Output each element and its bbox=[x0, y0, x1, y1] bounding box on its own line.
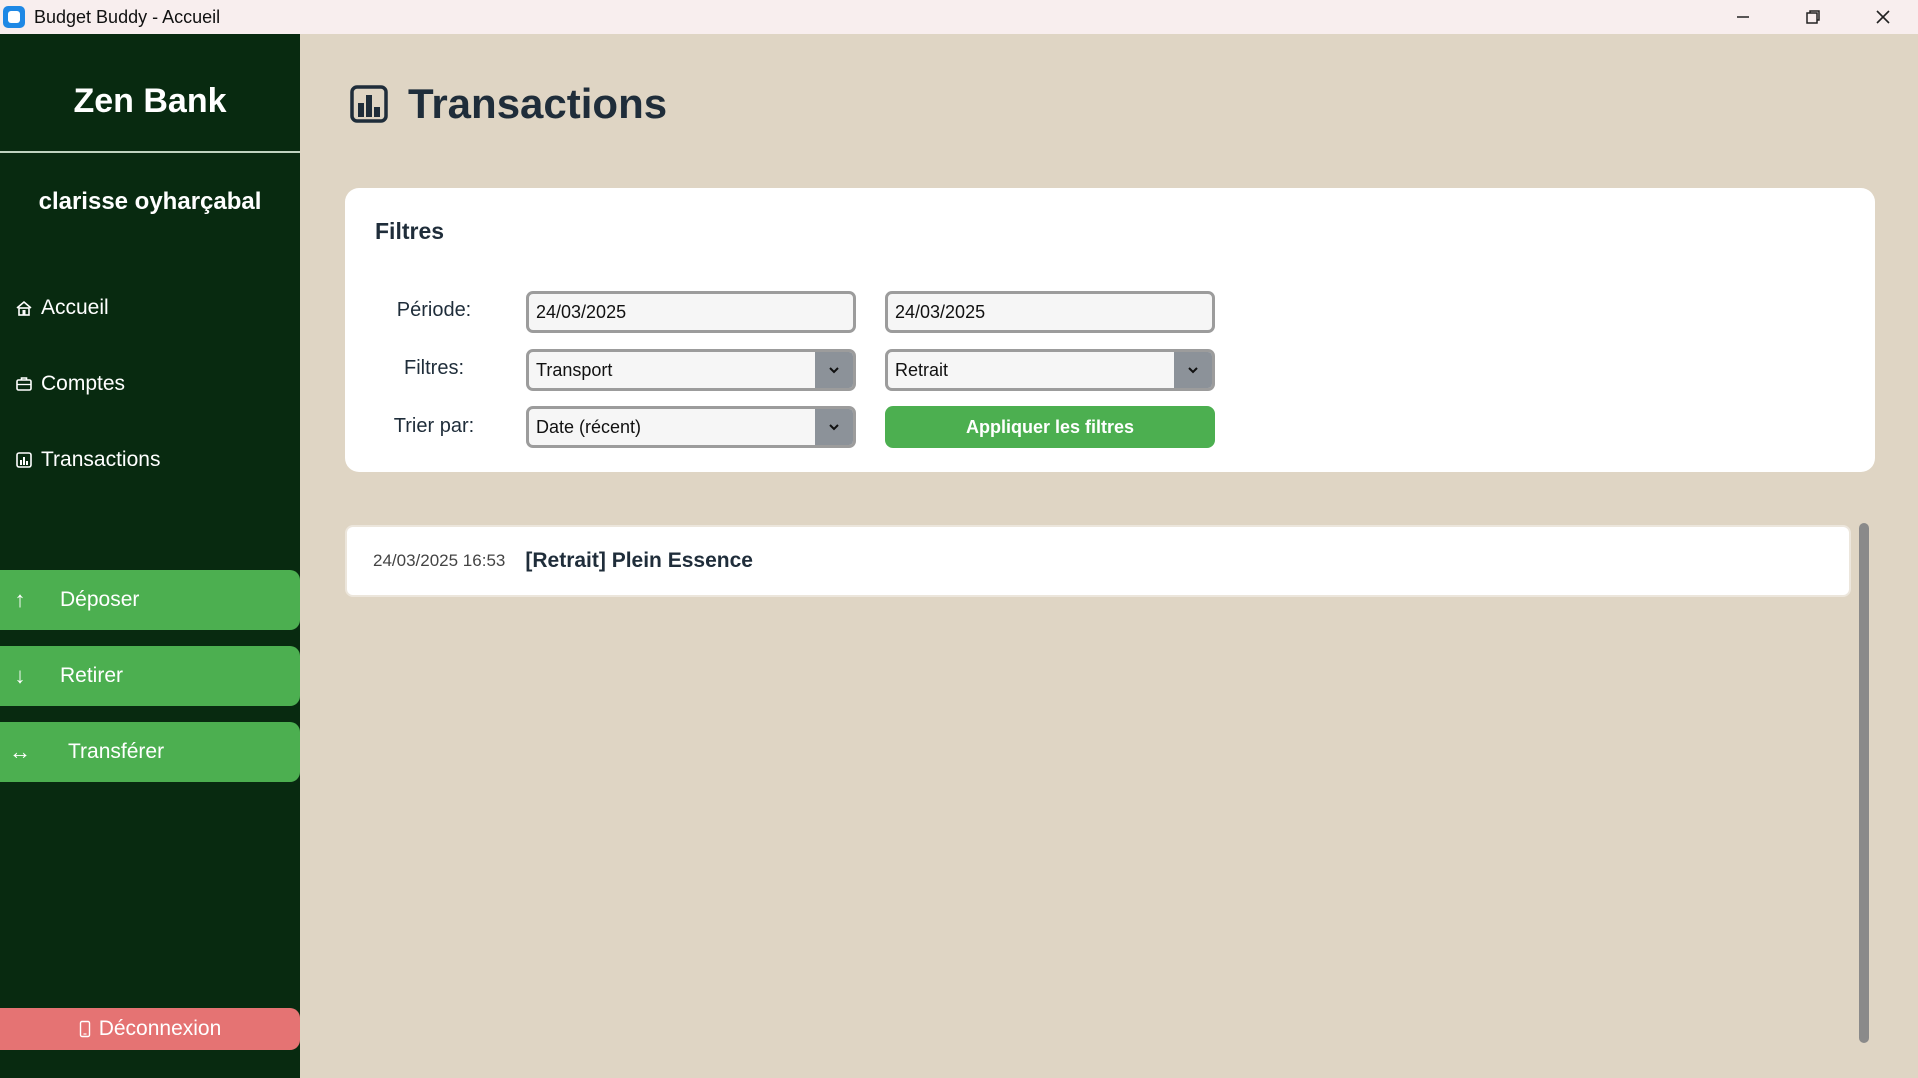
restore-icon bbox=[1806, 10, 1820, 24]
sidebar-item-accueil[interactable]: Accueil bbox=[14, 290, 109, 326]
username: clarisse oyharçabal bbox=[38, 188, 262, 215]
filters-label: Filtres: bbox=[404, 357, 464, 379]
transfer-button[interactable]: ↔ Transférer bbox=[0, 722, 300, 782]
chevron-down-icon bbox=[815, 352, 853, 388]
sidebar-divider bbox=[0, 151, 300, 153]
transactions-list: 24/03/2025 16:53 [Retrait] Plein Essence bbox=[345, 525, 1851, 1045]
scrollbar[interactable] bbox=[1859, 523, 1869, 1043]
sidebar-item-label: Comptes bbox=[41, 372, 126, 395]
minimize-button[interactable] bbox=[1708, 0, 1778, 34]
deposit-label: Déposer bbox=[60, 588, 140, 611]
arrow-down-icon: ↓ bbox=[14, 663, 26, 688]
arrow-up-icon: ↑ bbox=[14, 587, 26, 612]
transfer-label: Transférer bbox=[68, 740, 165, 763]
sort-select[interactable]: Date (récent) bbox=[526, 406, 856, 448]
window-titlebar: Budget Buddy - Accueil bbox=[0, 0, 1918, 34]
bar-chart-icon bbox=[14, 450, 34, 470]
transaction-description: [Retrait] Plein Essence bbox=[525, 549, 753, 572]
type-value: Retrait bbox=[895, 359, 949, 380]
window-controls bbox=[1708, 0, 1918, 34]
start-date-input[interactable]: 24/03/2025 bbox=[526, 291, 856, 333]
page-title: Transactions bbox=[408, 80, 668, 127]
end-date-input[interactable]: 24/03/2025 bbox=[885, 291, 1215, 333]
deposit-button[interactable]: ↑ Déposer bbox=[0, 570, 300, 630]
chevron-down-icon bbox=[815, 409, 853, 445]
close-icon bbox=[1876, 10, 1890, 24]
minimize-icon bbox=[1737, 16, 1749, 18]
window-title: Budget Buddy - Accueil bbox=[34, 6, 221, 27]
apply-filters-button[interactable]: Appliquer les filtres bbox=[885, 406, 1215, 448]
category-value: Transport bbox=[536, 359, 613, 380]
page-header: Transactions bbox=[350, 80, 667, 128]
sort-value: Date (récent) bbox=[536, 416, 642, 437]
withdraw-button[interactable]: ↓ Retirer bbox=[0, 646, 300, 706]
end-date-value: 24/03/2025 bbox=[895, 301, 986, 322]
bar-chart-icon bbox=[350, 85, 388, 123]
type-select[interactable]: Retrait bbox=[885, 349, 1215, 391]
brand-name: Zen Bank bbox=[73, 82, 227, 120]
logout-button[interactable]: Déconnexion bbox=[0, 1008, 300, 1050]
transaction-datetime: 24/03/2025 16:53 bbox=[373, 551, 506, 570]
phone-icon bbox=[79, 1020, 91, 1038]
close-button[interactable] bbox=[1848, 0, 1918, 34]
app-icon bbox=[3, 6, 25, 28]
chevron-down-icon bbox=[1174, 352, 1212, 388]
restore-button[interactable] bbox=[1778, 0, 1848, 34]
period-label: Période: bbox=[396, 299, 472, 321]
sidebar-item-transactions[interactable]: Transactions bbox=[14, 442, 160, 478]
category-select[interactable]: Transport bbox=[526, 349, 856, 391]
sidebar-item-label: Accueil bbox=[41, 296, 109, 319]
sidebar-item-label: Transactions bbox=[41, 448, 161, 471]
sidebar-item-comptes[interactable]: Comptes bbox=[14, 366, 125, 402]
start-date-value: 24/03/2025 bbox=[536, 301, 627, 322]
home-icon bbox=[14, 298, 34, 318]
sidebar: Zen Bank clarisse oyharçabal Accueil Com… bbox=[0, 34, 300, 1078]
arrow-left-right-icon: ↔ bbox=[9, 739, 31, 764]
transaction-item[interactable]: 24/03/2025 16:53 [Retrait] Plein Essence bbox=[345, 525, 1851, 597]
briefcase-icon bbox=[14, 374, 34, 394]
logout-label: Déconnexion bbox=[98, 1017, 222, 1040]
filters-title: Filtres bbox=[375, 218, 445, 244]
withdraw-label: Retirer bbox=[60, 664, 124, 687]
sort-label: Trier par: bbox=[393, 415, 475, 437]
filters-card: Filtres Période: 24/03/2025 24/03/2025 F… bbox=[345, 188, 1875, 472]
